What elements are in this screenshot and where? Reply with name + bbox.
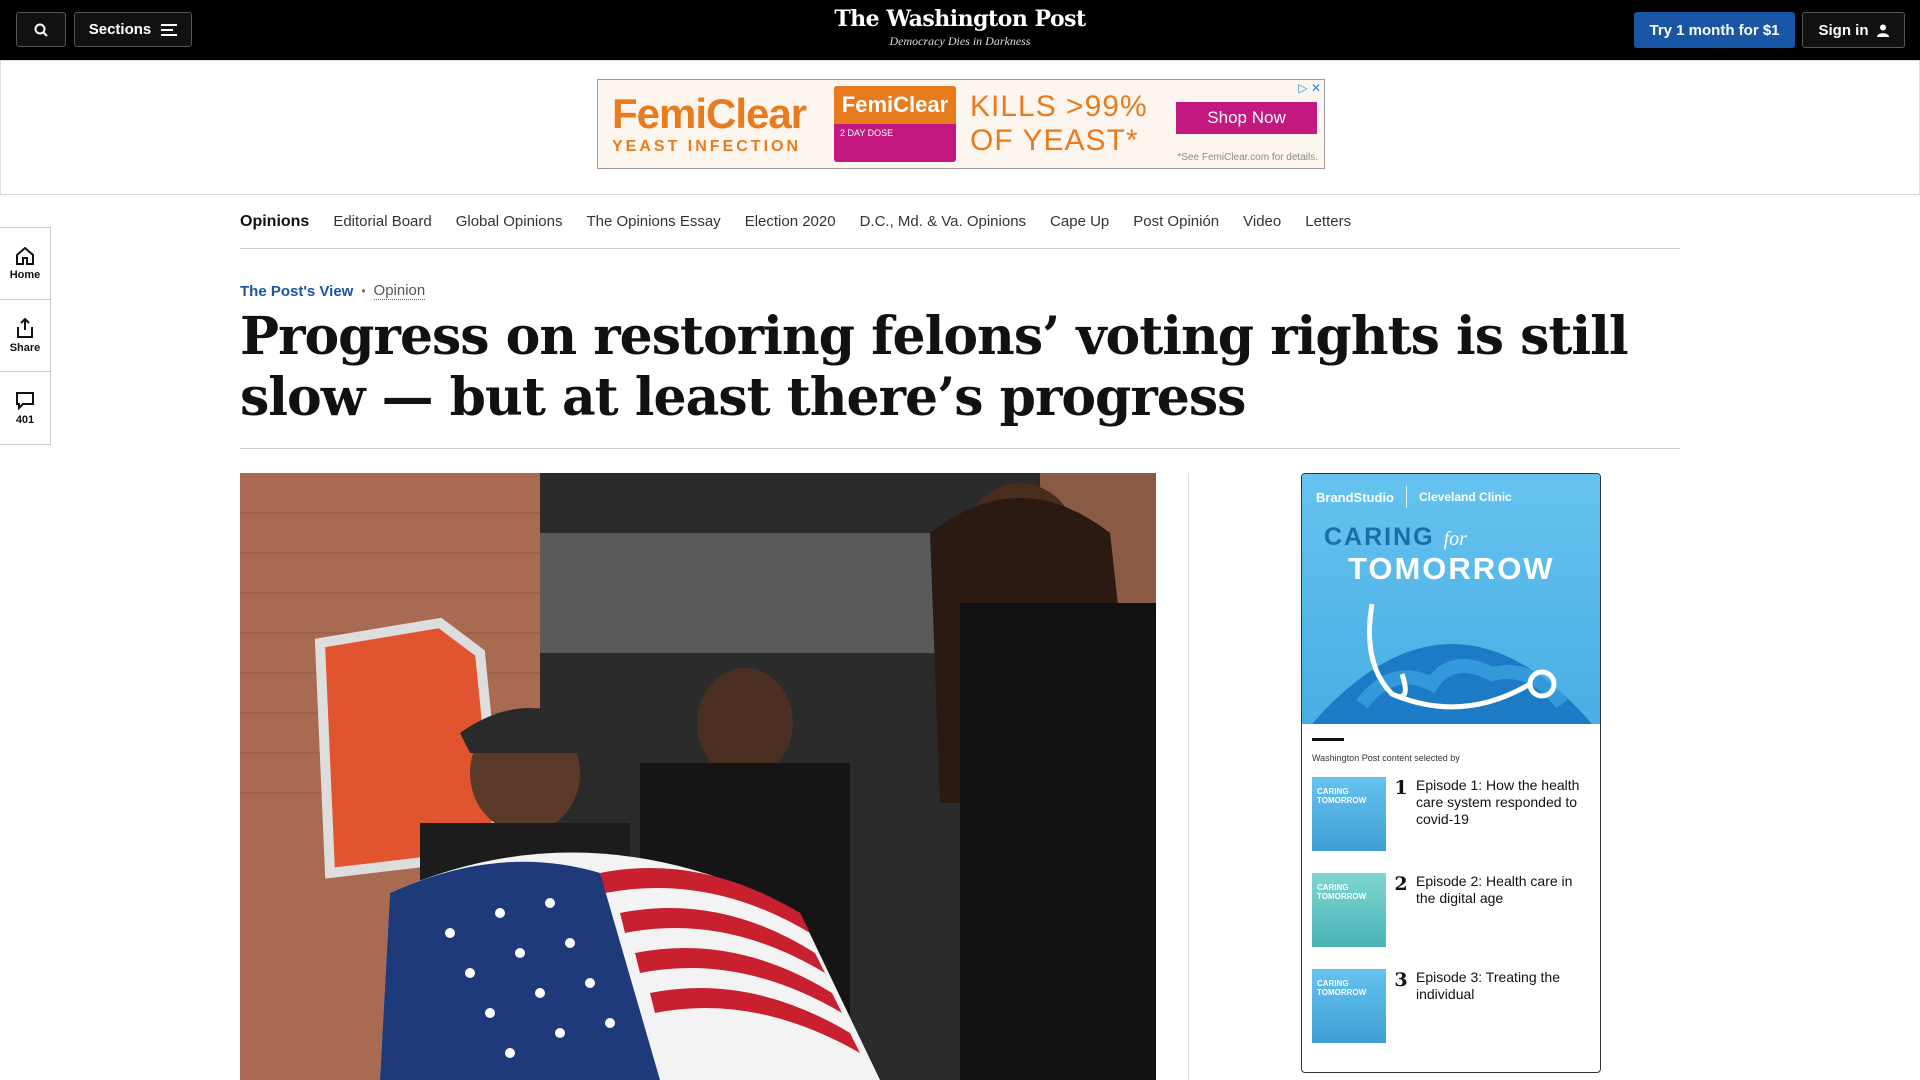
episode-title[interactable]: Episode 3: Treating the individual	[1416, 969, 1590, 1043]
subnav-item-global-opinions[interactable]: Global Opinions	[456, 213, 563, 230]
column-divider	[1188, 473, 1189, 1080]
episode-number: 2	[1394, 873, 1408, 895]
sponsored-body: Washington Post content selected by CARI…	[1302, 724, 1600, 1043]
ad-box-sub: 2 DAY DOSE	[840, 128, 894, 138]
episode-item[interactable]: CARING TOMORROW 2 Episode 2: Health care …	[1312, 873, 1590, 947]
ad-fine-print: *See FemiClear.com for details.	[1177, 152, 1318, 163]
sections-menu-button[interactable]: Sections	[74, 12, 192, 47]
article-action-rail: Home Share 401	[0, 227, 51, 445]
article-kicker: The Post's View • Opinion	[240, 282, 426, 300]
subnav-item-editorial-board[interactable]: Editorial Board	[333, 213, 431, 230]
sponsor-bar: BrandStudio Cleveland Clinic	[1316, 486, 1590, 508]
ad-product-box: FemiClear 2 DAY DOSE	[834, 86, 956, 162]
accent-bar	[1312, 738, 1344, 741]
series-title-line2: TOMORROW	[1348, 551, 1555, 586]
sign-in-label: Sign in	[1818, 21, 1869, 39]
subnav-item-opinions[interactable]: Opinions	[240, 213, 309, 231]
subnav-item-dmv-opinions[interactable]: D.C., Md. & Va. Opinions	[860, 213, 1026, 230]
selected-by-label: Washington Post content selected by	[1312, 753, 1460, 763]
episode-number: 1	[1394, 777, 1408, 799]
episode-title[interactable]: Episode 2: Health care in the digital ag…	[1416, 873, 1590, 947]
search-button[interactable]	[16, 12, 66, 47]
episode-thumbnail: CARING TOMORROW	[1312, 969, 1386, 1043]
episode-thumbnail: CARING TOMORROW	[1312, 873, 1386, 947]
share-icon	[17, 317, 33, 338]
episode-thumbnail: CARING TOMORROW	[1312, 777, 1386, 851]
ad-choices-icon[interactable]: ▷ ✕	[1298, 81, 1321, 95]
sign-in-button[interactable]: Sign in	[1802, 12, 1905, 48]
subnav-item-letters[interactable]: Letters	[1305, 213, 1351, 230]
article-lead-photo[interactable]	[240, 473, 1156, 1080]
logo-title: The Washington Post	[834, 6, 1086, 32]
share-label: Share	[9, 341, 41, 354]
ad-brand-name: FemiClear	[612, 90, 807, 137]
series-title-for: for	[1443, 528, 1467, 550]
header-divider	[240, 448, 1680, 449]
comment-icon	[16, 391, 34, 410]
subnav-item-opinions-essay[interactable]: The Opinions Essay	[586, 213, 720, 230]
sections-label: Sections	[88, 21, 152, 38]
series-title-line1: CARING	[1324, 523, 1435, 551]
subnav-item-post-opinion[interactable]: Post Opinión	[1133, 213, 1219, 230]
globe-stethoscope-illustration	[1312, 603, 1592, 724]
ad-banner-strip: FemiClear YEAST INFECTION FemiClear 2 DA…	[0, 60, 1920, 195]
ad-claim: KILLS >99% OF YEAST*	[970, 90, 1148, 158]
section-label[interactable]: Opinion	[373, 282, 426, 300]
subnav-item-election-2020[interactable]: Election 2020	[745, 213, 836, 230]
opinions-subnav: Opinions Editorial Board Global Opinions…	[240, 195, 1680, 249]
top-navigation-bar: Sections The Washington Post Democracy D…	[0, 0, 1920, 60]
brandstudio-label: BrandStudio	[1316, 489, 1394, 505]
subnav-item-cape-up[interactable]: Cape Up	[1050, 213, 1109, 230]
ad-claim-line1: KILLS >99%	[970, 90, 1148, 123]
sponsored-content-module[interactable]: BrandStudio Cleveland Clinic CARING for …	[1301, 473, 1601, 1073]
user-icon	[1876, 24, 1889, 37]
subnav-item-video[interactable]: Video	[1243, 213, 1281, 230]
article-headline: Progress on restoring felons’ voting rig…	[240, 306, 1629, 428]
ad-claim-line2: OF YEAST*	[970, 124, 1139, 157]
comments-button[interactable]: 401	[0, 372, 50, 444]
ad-box-label: FemiClear	[834, 86, 956, 124]
home-button[interactable]: Home	[0, 228, 50, 300]
advertisement[interactable]: FemiClear YEAST INFECTION FemiClear 2 DA…	[597, 79, 1325, 169]
share-button[interactable]: Share	[0, 300, 50, 372]
episode-item[interactable]: CARING TOMORROW 1 Episode 1: How the heal…	[1312, 777, 1590, 851]
site-logo[interactable]: The Washington Post Democracy Dies in Da…	[810, 6, 1110, 49]
kicker-separator: •	[361, 284, 366, 298]
lead-photo-image	[240, 473, 1156, 1080]
episode-item[interactable]: CARING TOMORROW 3 Episode 3: Treating the…	[1312, 969, 1590, 1043]
comments-count: 401	[15, 413, 35, 426]
sponsor-separator	[1406, 486, 1407, 508]
episode-number: 3	[1394, 969, 1408, 991]
subscribe-trial-button[interactable]: Try 1 month for $1	[1634, 12, 1795, 48]
hamburger-icon	[161, 23, 178, 36]
search-icon	[34, 23, 48, 37]
sponsored-hero: BrandStudio Cleveland Clinic CARING for …	[1302, 474, 1600, 724]
episode-title[interactable]: Episode 1: How the health care system re…	[1416, 777, 1590, 851]
home-label: Home	[9, 268, 41, 281]
logo-tagline: Democracy Dies in Darkness	[889, 34, 1031, 48]
ad-brand-subtitle: YEAST INFECTION	[612, 138, 802, 155]
ad-shop-now-button[interactable]: Shop Now	[1176, 102, 1317, 134]
home-icon	[16, 246, 34, 265]
kicker-label[interactable]: The Post's View	[240, 283, 353, 300]
ad-brand: FemiClear YEAST INFECTION	[598, 92, 828, 156]
sponsor-name: Cleveland Clinic	[1419, 490, 1512, 504]
series-title: CARING for TOMORROW	[1324, 522, 1555, 584]
